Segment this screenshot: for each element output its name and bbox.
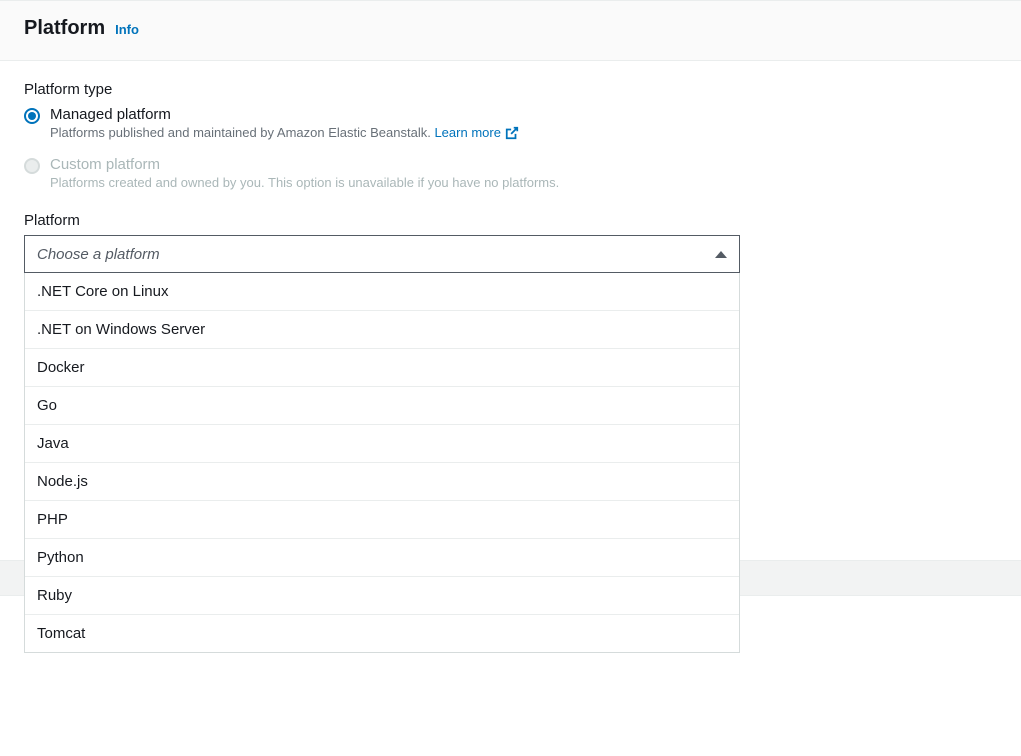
radio-custom-platform	[24, 158, 40, 174]
platform-option-nodejs[interactable]: Node.js	[25, 463, 739, 501]
caret-up-icon	[715, 251, 727, 258]
platform-option-go[interactable]: Go	[25, 387, 739, 425]
radio-option-custom: Custom platform Platforms created and ow…	[24, 156, 997, 190]
platform-select-trigger[interactable]: Choose a platform	[24, 235, 740, 273]
radio-option-managed[interactable]: Managed platform Platforms published and…	[24, 106, 997, 140]
platform-option-dotnet-windows[interactable]: .NET on Windows Server	[25, 311, 739, 349]
radio-managed-platform[interactable]	[24, 108, 40, 124]
platform-option-php[interactable]: PHP	[25, 501, 739, 539]
platform-option-java[interactable]: Java	[25, 425, 739, 463]
platform-option-ruby[interactable]: Ruby	[25, 577, 739, 615]
radio-content-managed: Managed platform Platforms published and…	[50, 106, 997, 140]
platform-select-wrapper: Choose a platform .NET Core on Linux .NE…	[24, 235, 740, 273]
platform-field: Platform Choose a platform .NET Core on …	[24, 212, 997, 273]
panel-title: Platform	[24, 17, 105, 40]
radio-title-managed: Managed platform	[50, 106, 997, 123]
external-link-icon	[505, 126, 519, 140]
platform-option-docker[interactable]: Docker	[25, 349, 739, 387]
platform-select-label: Platform	[24, 212, 997, 229]
learn-more-text: Learn more	[434, 125, 500, 140]
panel-body: Platform type Managed platform Platforms…	[0, 61, 1021, 297]
platform-option-python[interactable]: Python	[25, 539, 739, 577]
radio-content-custom: Custom platform Platforms created and ow…	[50, 156, 997, 190]
platform-option-tomcat[interactable]: Tomcat	[25, 615, 739, 652]
platform-type-label: Platform type	[24, 81, 997, 98]
platform-dropdown-list: .NET Core on Linux .NET on Windows Serve…	[24, 273, 740, 653]
panel-header: Platform Info	[0, 0, 1021, 61]
info-link[interactable]: Info	[115, 22, 139, 37]
platform-type-radio-group: Managed platform Platforms published and…	[24, 106, 997, 190]
radio-title-custom: Custom platform	[50, 156, 997, 173]
learn-more-link[interactable]: Learn more	[434, 125, 518, 140]
radio-description-managed: Platforms published and maintained by Am…	[50, 125, 997, 140]
platform-option-dotnet-linux[interactable]: .NET Core on Linux	[25, 273, 739, 311]
radio-description-custom: Platforms created and owned by you. This…	[50, 175, 997, 190]
platform-select-placeholder: Choose a platform	[37, 246, 160, 263]
managed-description-text: Platforms published and maintained by Am…	[50, 125, 431, 140]
